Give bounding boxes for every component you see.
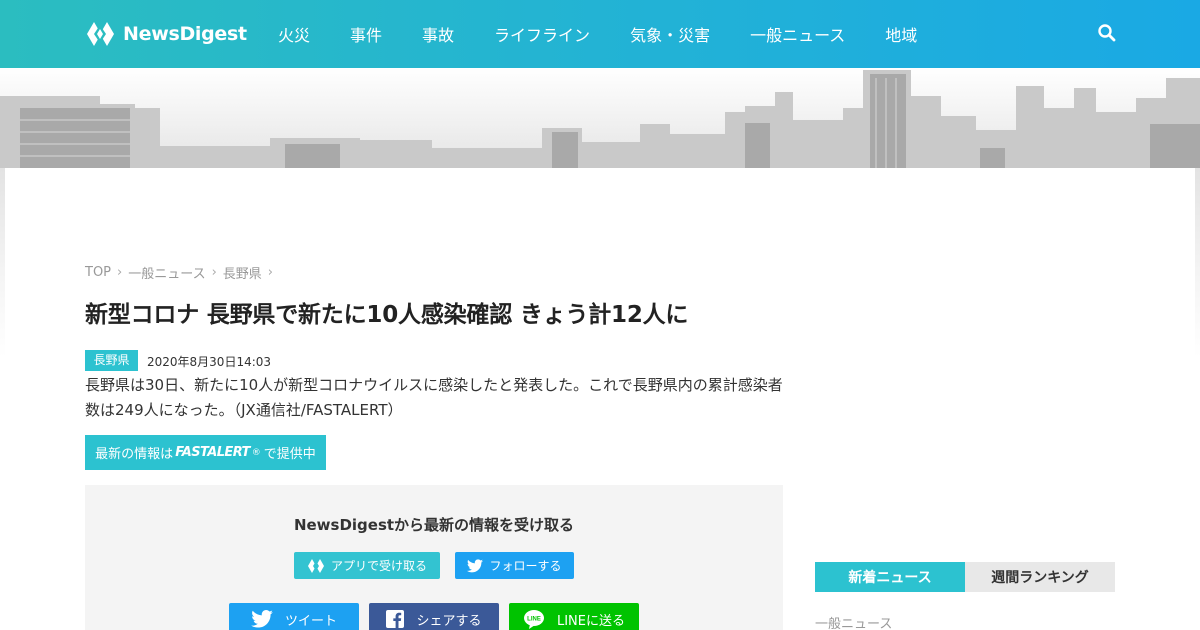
article-date: 2020年8月30日14:03 bbox=[147, 355, 272, 369]
breadcrumb-separator: › bbox=[267, 265, 273, 280]
tab-latest-news[interactable]: 新着ニュース bbox=[815, 562, 965, 592]
main-nav: 火災 事件 事故 ライフライン 気象・災害 一般ニュース 地域 bbox=[258, 0, 937, 68]
follow-title: NewsDigestから最新の情報を受け取る bbox=[293, 516, 575, 534]
breadcrumb: TOP › 一般ニュース › 長野県 › bbox=[85, 263, 279, 282]
line-icon: LINE bbox=[523, 610, 544, 629]
site-name: NewsDigest bbox=[123, 23, 247, 45]
follow-box: NewsDigestから最新の情報を受け取る アプリで受け取る フォローする ツ… bbox=[85, 485, 783, 630]
newsdigest-logo-icon bbox=[307, 558, 324, 573]
nav-item-region[interactable]: 地域 bbox=[865, 22, 937, 46]
sidebar-category-label[interactable]: 一般ニュース bbox=[815, 613, 892, 630]
breadcrumb-general-news[interactable]: 一般ニュース bbox=[128, 263, 205, 282]
region-tag[interactable]: 長野県 bbox=[85, 350, 138, 371]
nav-item-weather[interactable]: 気象・災害 bbox=[610, 22, 730, 46]
svg-text:LINE: LINE bbox=[527, 617, 541, 623]
twitter-follow-label: フォローする bbox=[489, 559, 562, 573]
facebook-f-icon bbox=[386, 610, 405, 628]
app-receive-button[interactable]: アプリで受け取る bbox=[294, 552, 440, 579]
tab-weekly-ranking[interactable]: 週間ランキング bbox=[965, 562, 1115, 592]
line-share-label: LINEに送る bbox=[556, 613, 625, 629]
newsdigest-logo-icon bbox=[87, 21, 114, 46]
line-share-button[interactable]: LINE LINEに送る bbox=[509, 603, 639, 630]
breadcrumb-separator: › bbox=[117, 265, 123, 280]
nav-item-lifeline[interactable]: ライフライン bbox=[474, 22, 610, 46]
fastalert-suffix: で提供中 bbox=[263, 447, 316, 462]
breadcrumb-top[interactable]: TOP bbox=[85, 265, 111, 280]
sidebar-tabs: 新着ニュース 週間ランキング bbox=[815, 562, 1115, 592]
nav-item-accident[interactable]: 事故 bbox=[402, 22, 474, 46]
twitter-bird-icon bbox=[251, 610, 273, 628]
facebook-share-label: シェアする bbox=[416, 613, 482, 629]
site-logo[interactable]: NewsDigest bbox=[85, 19, 247, 49]
tweet-button[interactable]: ツイート bbox=[229, 603, 359, 630]
breadcrumb-separator: › bbox=[211, 265, 217, 280]
fastalert-brand: FASTALERT bbox=[175, 445, 250, 460]
tweet-label: ツイート bbox=[284, 613, 337, 629]
nav-item-general-news[interactable]: 一般ニュース bbox=[730, 22, 865, 46]
fastalert-banner-button[interactable]: 最新の情報は FASTALERT ® で提供中 bbox=[85, 435, 326, 470]
breadcrumb-nagano[interactable]: 長野県 bbox=[223, 263, 262, 282]
article-title: 新型コロナ 長野県で新たに10人感染確認 きょう計12人に bbox=[85, 302, 689, 328]
article-body: 長野県は30日、新たに10人が新型コロナウイルスに感染したと発表した。これで長野… bbox=[85, 376, 783, 419]
facebook-share-button[interactable]: シェアする bbox=[369, 603, 499, 630]
app-receive-label: アプリで受け取る bbox=[330, 559, 427, 573]
twitter-bird-icon bbox=[467, 558, 484, 572]
nav-item-incident[interactable]: 事件 bbox=[330, 22, 402, 46]
fastalert-prefix: 最新の情報は bbox=[95, 447, 174, 462]
fastalert-mark-icon: ® bbox=[251, 447, 261, 458]
search-icon[interactable] bbox=[1097, 23, 1117, 43]
twitter-follow-button[interactable]: フォローする bbox=[455, 552, 574, 579]
nav-item-fire[interactable]: 火災 bbox=[258, 22, 330, 46]
site-header: NewsDigest 火災 事件 事故 ライフライン 気象・災害 一般ニュース … bbox=[0, 0, 1200, 68]
